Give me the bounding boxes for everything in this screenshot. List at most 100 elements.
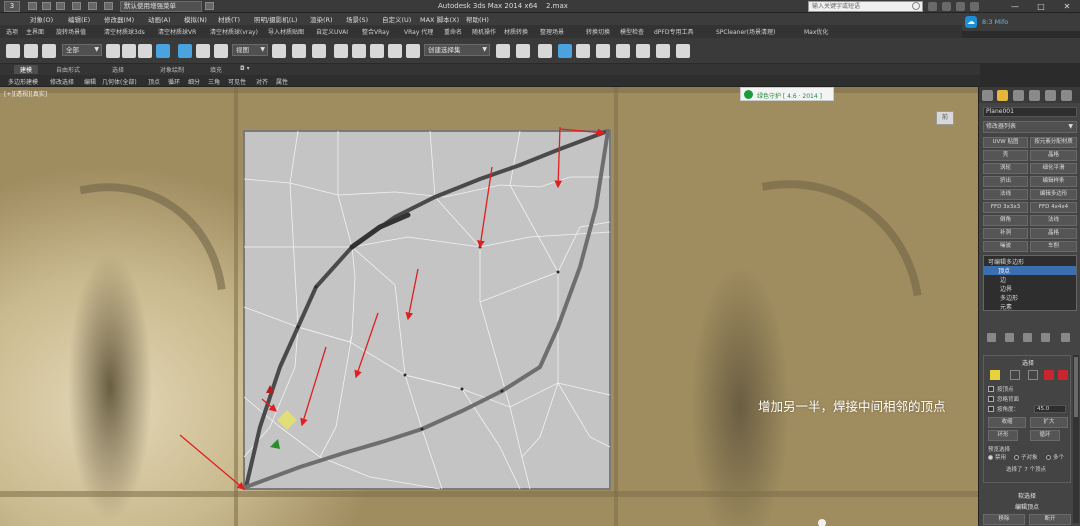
window-crossing-icon[interactable]: [156, 44, 170, 58]
unlink-icon[interactable]: [24, 44, 38, 58]
help-icon[interactable]: [970, 2, 979, 11]
spinner-snap-icon[interactable]: [388, 44, 402, 58]
select-and-rotate-icon[interactable]: [196, 44, 210, 58]
break-button[interactable]: 断开: [1029, 514, 1071, 525]
modifier-button[interactable]: UVW 贴图: [983, 137, 1028, 148]
plugin-item[interactable]: VRay 代理: [404, 27, 433, 36]
scrollbar-thumb[interactable]: [1074, 357, 1078, 417]
modifier-button[interactable]: 倒角: [983, 215, 1028, 226]
subscription-icon[interactable]: [928, 2, 937, 11]
ring-button[interactable]: 环形: [988, 430, 1018, 441]
make-unique-icon[interactable]: [1023, 333, 1032, 342]
command-panel-scrollbar[interactable]: [1073, 355, 1079, 523]
angle-snap-icon[interactable]: [352, 44, 366, 58]
workspace-dropdown[interactable]: 默认使用增强菜单: [120, 1, 202, 12]
plugin-item[interactable]: 导入材质贴图: [268, 27, 304, 36]
layer-manager-icon[interactable]: [538, 44, 552, 58]
rendered-frame-window-icon[interactable]: [656, 44, 670, 58]
border-mode-icon[interactable]: [1028, 370, 1038, 380]
plugin-item[interactable]: 清空材质球3ds: [104, 27, 145, 36]
panel-geometry-all[interactable]: 几何体(全部): [102, 77, 137, 86]
panel-polygon-modeling[interactable]: 多边形建模: [8, 77, 38, 86]
reference-coordinate-dropdown[interactable]: 视图 ▼: [232, 44, 268, 56]
sign-in-area[interactable]: ☁ 8:3 Mifo: [962, 13, 1080, 31]
modifier-button[interactable]: 晶格: [1030, 150, 1077, 161]
menu-item-animation[interactable]: 动画(A): [148, 14, 171, 24]
rectangular-selection-icon[interactable]: [138, 44, 152, 58]
plugin-item[interactable]: dPFD专用工具: [654, 27, 694, 36]
utilities-tab-icon[interactable]: [1061, 90, 1072, 101]
tab-modeling[interactable]: 建模: [14, 65, 39, 74]
by-vertex-checkbox[interactable]: [988, 386, 994, 392]
mirror-icon[interactable]: [496, 44, 510, 58]
panel-triangulation[interactable]: 三角: [208, 77, 220, 86]
plugin-item[interactable]: 重命名: [444, 27, 462, 36]
undo-icon[interactable]: [72, 2, 81, 10]
perspective-viewport[interactable]: [+][透视][真实] 绿色守护 [ 4.6 · 2014 ] 前 增加另一半，…: [0, 87, 978, 526]
select-and-scale-icon[interactable]: [214, 44, 228, 58]
plugin-item[interactable]: 选项: [6, 27, 18, 36]
modifier-button[interactable]: 壳: [983, 150, 1028, 161]
select-by-name-icon[interactable]: [122, 44, 136, 58]
keyboard-shortcut-override-icon[interactable]: [312, 44, 326, 58]
save-icon[interactable]: [56, 2, 65, 10]
select-and-move-icon[interactable]: [178, 44, 192, 58]
plugin-item[interactable]: 清空材质球(vray): [210, 27, 258, 36]
preview-subobject-radio[interactable]: [1014, 455, 1019, 460]
plugin-item[interactable]: Max优化: [804, 27, 828, 36]
preview-multi-radio[interactable]: [1046, 455, 1051, 460]
modifier-button[interactable]: 法线: [1030, 215, 1077, 226]
plugin-item[interactable]: 转换切换: [586, 27, 610, 36]
pin-stack-icon[interactable]: [987, 333, 996, 342]
remove-modifier-icon[interactable]: [1041, 333, 1050, 342]
edge-mode-icon[interactable]: [1010, 370, 1020, 380]
link-icon[interactable]: [6, 44, 20, 58]
stack-item-editable-poly[interactable]: 可编辑多边形: [986, 257, 1024, 266]
configure-sets-icon[interactable]: [1061, 333, 1070, 342]
angle-spinner[interactable]: 45.0: [1034, 405, 1066, 413]
polygon-mode-icon[interactable]: [1044, 370, 1054, 380]
select-and-manipulate-icon[interactable]: [292, 44, 306, 58]
by-angle-checkbox[interactable]: [988, 406, 994, 412]
favorites-star-icon[interactable]: [956, 2, 965, 11]
stack-item-element[interactable]: 元素: [986, 302, 1012, 311]
edit-named-selection-icon[interactable]: [406, 44, 420, 58]
plugin-item[interactable]: SPCleaner(场景清理): [716, 27, 775, 36]
show-end-result-icon[interactable]: [1005, 333, 1014, 342]
object-name-field[interactable]: Plane001: [983, 107, 1077, 117]
panel-visibility[interactable]: 可见性: [228, 77, 246, 86]
edit-vertices-rollout[interactable]: 编辑顶点: [983, 502, 1071, 511]
selection-filter-dropdown[interactable]: 全部 ▼: [62, 44, 102, 56]
align-icon[interactable]: [516, 44, 530, 58]
modifier-button[interactable]: 细化平滑: [1030, 163, 1077, 174]
soft-selection-rollout[interactable]: 软选择: [983, 491, 1071, 500]
select-object-icon[interactable]: [106, 44, 120, 58]
bind-space-warp-icon[interactable]: [42, 44, 56, 58]
plugin-item[interactable]: 整理场景: [540, 27, 564, 36]
panel-align[interactable]: 对齐: [256, 77, 268, 86]
panel-properties[interactable]: 属性: [276, 77, 288, 86]
graphite-tools-icon[interactable]: [558, 44, 572, 58]
modifier-button[interactable]: FFD 3x3x3: [983, 202, 1028, 213]
modifier-button[interactable]: FFD 4x4x4: [1030, 202, 1077, 213]
tab-selection[interactable]: 选择: [112, 65, 124, 74]
schematic-view-icon[interactable]: [596, 44, 610, 58]
remove-button[interactable]: 移除: [983, 514, 1025, 525]
search-icon[interactable]: [912, 2, 920, 10]
plugin-item[interactable]: 整合VRay: [362, 27, 389, 36]
display-tab-icon[interactable]: [1045, 90, 1056, 101]
app-logo[interactable]: 3: [4, 1, 20, 12]
loop-button[interactable]: 循环: [1030, 430, 1060, 441]
modifier-button[interactable]: 挤出: [983, 176, 1028, 187]
element-mode-icon[interactable]: [1058, 370, 1068, 380]
modifier-list-dropdown[interactable]: 修改器列表 ▼: [983, 121, 1077, 133]
menu-item-customize[interactable]: 自定义(U): [382, 14, 411, 24]
project-folder-icon[interactable]: [104, 2, 113, 10]
menu-item-modifiers[interactable]: 修改器(M): [104, 14, 134, 24]
open-file-icon[interactable]: [42, 2, 51, 10]
ignore-backfacing-checkbox[interactable]: [988, 396, 994, 402]
motion-tab-icon[interactable]: [1029, 90, 1040, 101]
tab-populate[interactable]: 填充: [210, 65, 222, 74]
grow-button[interactable]: 扩大: [1030, 417, 1068, 428]
new-file-icon[interactable]: [28, 2, 37, 10]
